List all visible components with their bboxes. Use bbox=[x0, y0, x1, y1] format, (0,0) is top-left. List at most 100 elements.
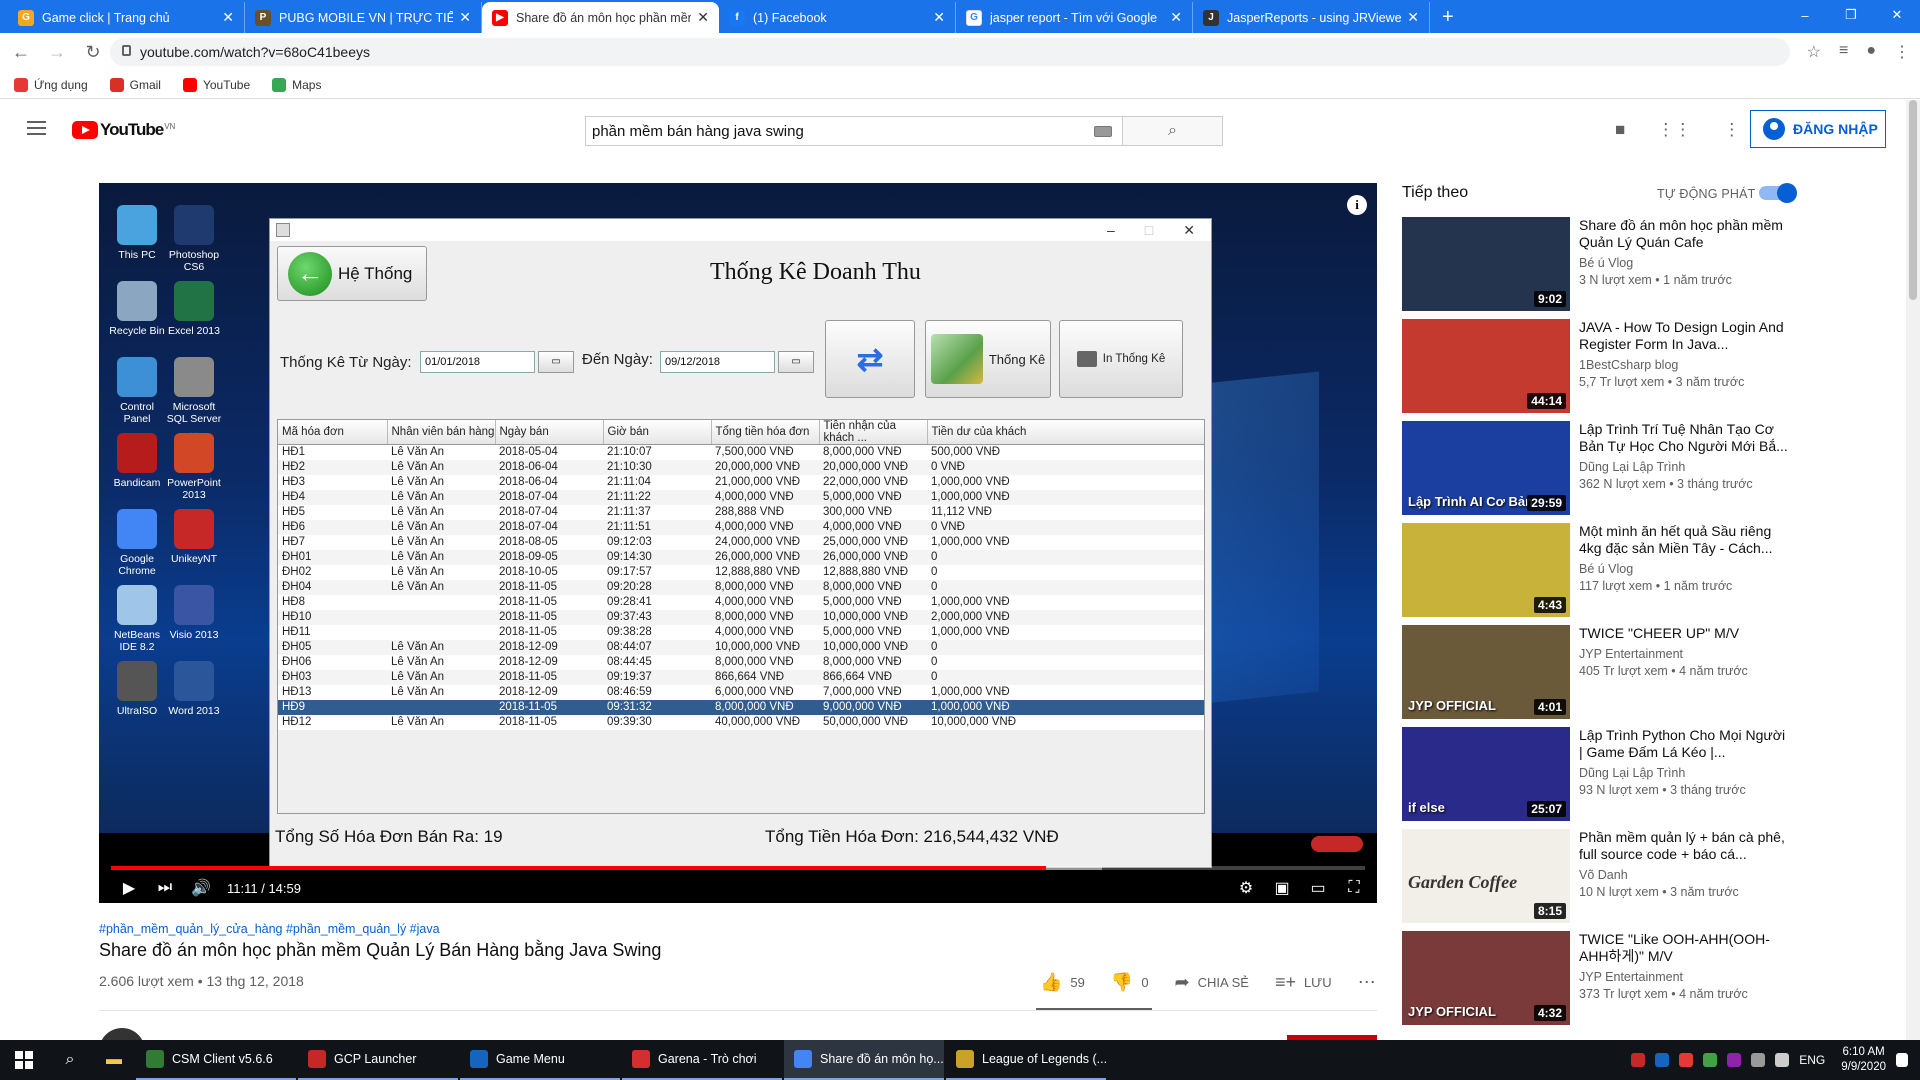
search-input[interactable]: phần mềm bán hàng java swing bbox=[585, 116, 1123, 146]
info-card-icon[interactable]: i bbox=[1347, 195, 1367, 215]
search-button[interactable]: ⌕ bbox=[1123, 116, 1223, 146]
file-explorer-icon[interactable]: ▬ bbox=[92, 1040, 136, 1080]
up-next-video[interactable]: JYP OFFICIAL 4:32 TWICE "Like OOH-AHH(OOH-… bbox=[1402, 931, 1802, 1027]
next-icon[interactable]: ⏭ bbox=[147, 873, 183, 903]
media-queue-icon[interactable]: ≡ bbox=[1839, 42, 1848, 62]
browser-tab[interactable]: G Game click | Trang chủ ✕ bbox=[8, 2, 245, 33]
channel-name[interactable]: Dũng Lại Lập Trình bbox=[1579, 766, 1789, 780]
up-next-video[interactable]: Garden Coffee 8:15 Phần mềm quản lý + bán … bbox=[1402, 829, 1802, 925]
tab-close-icon[interactable]: ✕ bbox=[1407, 9, 1419, 26]
tab-close-icon[interactable]: ✕ bbox=[697, 9, 709, 26]
video-title[interactable]: TWICE "Like OOH-AHH(OOH-AHH하게)" M/V bbox=[1579, 931, 1789, 965]
video-thumbnail[interactable]: 9:02 bbox=[1402, 217, 1570, 311]
new-tab-icon[interactable]: + bbox=[1442, 2, 1454, 33]
minimize-icon[interactable]: – bbox=[1782, 0, 1828, 30]
volume-tray-icon[interactable] bbox=[1775, 1053, 1790, 1067]
profile-icon[interactable]: ● bbox=[1866, 42, 1876, 62]
tray-app-icon[interactable] bbox=[1655, 1053, 1670, 1067]
theater-mode-icon[interactable]: ▭ bbox=[1307, 878, 1329, 898]
video-title[interactable]: TWICE "CHEER UP" M/V bbox=[1579, 625, 1789, 642]
restore-icon[interactable]: ❐ bbox=[1828, 0, 1874, 30]
up-next-video[interactable]: 44:14 JAVA - How To Design Login And Regi… bbox=[1402, 319, 1802, 415]
guide-menu-icon[interactable] bbox=[27, 121, 46, 135]
settings-gear-icon[interactable]: ⚙ bbox=[1235, 878, 1257, 898]
video-title[interactable]: Lập Trình Python Cho Mọi Người | Game Đấ… bbox=[1579, 727, 1789, 761]
input-language[interactable]: ENG bbox=[1799, 1053, 1825, 1067]
start-button[interactable] bbox=[0, 1040, 48, 1080]
channel-name[interactable]: Dũng Lại Lập Trình bbox=[1579, 460, 1789, 474]
bookmark-item[interactable]: YouTube bbox=[182, 77, 250, 92]
video-thumbnail[interactable]: 44:14 bbox=[1402, 319, 1570, 413]
bookmark-item[interactable]: Gmail bbox=[109, 77, 161, 92]
play-icon[interactable]: ▶ bbox=[111, 873, 147, 903]
volume-icon[interactable]: 🔊 bbox=[183, 873, 219, 903]
video-player[interactable]: This PC Photoshop CS6 Recycle Bin Excel 201… bbox=[99, 183, 1377, 903]
channel-name[interactable]: JYP Entertainment bbox=[1579, 647, 1789, 661]
tab-close-icon[interactable]: ✕ bbox=[933, 9, 945, 26]
up-next-video[interactable]: 4:43 Một mình ăn hết quả Sầu riêng 4kg đặ… bbox=[1402, 523, 1802, 619]
share-button[interactable]: ➦ CHIA SẺ bbox=[1175, 972, 1249, 993]
tray-app-icon[interactable] bbox=[1631, 1053, 1646, 1067]
video-thumbnail[interactable]: Garden Coffee 8:15 bbox=[1402, 829, 1570, 923]
video-title[interactable]: Lập Trình Trí Tuệ Nhân Tạo Cơ Bản Tự Học… bbox=[1579, 421, 1789, 455]
sign-in-button[interactable]: ĐĂNG NHẬP bbox=[1750, 110, 1886, 148]
video-thumbnail[interactable]: if else 25:07 bbox=[1402, 727, 1570, 821]
keyboard-icon[interactable] bbox=[1094, 126, 1112, 137]
apps-grid-icon[interactable]: ⋮⋮ bbox=[1657, 120, 1691, 140]
video-hashtags[interactable]: #phần_mềm_quản_lý_cửa_hàng #phần_mềm_quả… bbox=[99, 922, 440, 936]
video-thumbnail[interactable]: Lập Trình AI Cơ Bản 29:59 bbox=[1402, 421, 1570, 515]
bookmark-item[interactable]: Maps bbox=[272, 77, 321, 92]
taskbar-app[interactable]: Game Menu bbox=[460, 1040, 620, 1080]
tray-app-icon[interactable] bbox=[1727, 1053, 1742, 1067]
notification-icon[interactable] bbox=[1896, 1053, 1908, 1067]
video-title[interactable]: JAVA - How To Design Login And Register … bbox=[1579, 319, 1789, 353]
forward-icon[interactable]: → bbox=[42, 42, 72, 63]
channel-name[interactable]: Bé ú Vlog bbox=[1579, 562, 1789, 576]
page-scrollbar[interactable] bbox=[1906, 100, 1920, 1040]
miniplayer-icon[interactable]: ▣ bbox=[1271, 878, 1293, 898]
video-title[interactable]: Phần mềm quản lý + bán cà phê, full sour… bbox=[1579, 829, 1789, 863]
video-title[interactable]: Một mình ăn hết quả Sầu riêng 4kg đặc sả… bbox=[1579, 523, 1789, 557]
bookmark-item[interactable]: Ứng dụng bbox=[14, 77, 88, 92]
taskbar-app[interactable]: League of Legends (... bbox=[946, 1040, 1106, 1080]
autoplay-toggle[interactable] bbox=[1759, 183, 1797, 203]
reload-icon[interactable]: ↻ bbox=[78, 42, 108, 63]
bookmark-star-icon[interactable]: ☆ bbox=[1807, 42, 1821, 62]
browser-tab[interactable]: J JasperReports - using JRViewer t ✕ bbox=[1193, 2, 1430, 33]
video-thumbnail[interactable]: JYP OFFICIAL 4:32 bbox=[1402, 931, 1570, 1025]
back-icon[interactable]: ← bbox=[6, 42, 36, 63]
browser-tab[interactable]: ▶ Share đồ án môn học phần mềm ✕ bbox=[482, 2, 719, 33]
up-next-video[interactable]: JYP OFFICIAL 4:01 TWICE "CHEER UP" M/V JYP … bbox=[1402, 625, 1802, 721]
video-title[interactable]: Share đồ án môn học phần mềm Quản Lý Quá… bbox=[1579, 217, 1789, 251]
up-next-video[interactable]: if else 25:07 Lập Trình Python Cho Mọi Ngư… bbox=[1402, 727, 1802, 823]
taskbar-app[interactable]: GCP Launcher bbox=[298, 1040, 458, 1080]
browser-tab[interactable]: f (1) Facebook ✕ bbox=[719, 2, 956, 33]
taskbar-app[interactable]: Garena - Trò chơi bbox=[622, 1040, 782, 1080]
close-icon[interactable]: ✕ bbox=[1874, 0, 1920, 30]
save-button[interactable]: ≡+ LƯU bbox=[1275, 972, 1332, 993]
browser-tab[interactable]: P PUBG MOBILE VN | TRỰC TIẾP GI ✕ bbox=[245, 2, 482, 33]
scrollbar-thumb[interactable] bbox=[1909, 100, 1917, 300]
address-bar[interactable]: youtube.com/watch?v=68oC41beeys bbox=[110, 38, 1790, 66]
tab-close-icon[interactable]: ✕ bbox=[222, 9, 234, 26]
tab-close-icon[interactable]: ✕ bbox=[459, 9, 471, 26]
channel-name[interactable]: 1BestCsharp blog bbox=[1579, 358, 1789, 372]
tray-app-icon[interactable] bbox=[1679, 1053, 1694, 1067]
channel-name[interactable]: Bé ú Vlog bbox=[1579, 256, 1789, 270]
channel-name[interactable]: Võ Danh bbox=[1579, 868, 1789, 882]
tab-close-icon[interactable]: ✕ bbox=[1170, 9, 1182, 26]
taskbar-app[interactable]: CSM Client v5.6.6 bbox=[136, 1040, 296, 1080]
search-taskbar-icon[interactable]: ⌕ bbox=[48, 1040, 92, 1080]
video-thumbnail[interactable]: JYP OFFICIAL 4:01 bbox=[1402, 625, 1570, 719]
like-button[interactable]: 👍 59 bbox=[1040, 972, 1085, 993]
settings-dots-icon[interactable]: ⋮ bbox=[1723, 120, 1740, 140]
fullscreen-icon[interactable]: ⛶ bbox=[1343, 879, 1365, 897]
video-thumbnail[interactable]: 4:43 bbox=[1402, 523, 1570, 617]
chrome-menu-icon[interactable]: ⋮ bbox=[1894, 42, 1910, 62]
tray-app-icon[interactable] bbox=[1703, 1053, 1718, 1067]
more-actions-button[interactable]: ⋯ bbox=[1358, 972, 1376, 993]
taskbar-app[interactable]: Share đồ án môn họ... bbox=[784, 1040, 944, 1080]
progress-bar[interactable] bbox=[111, 866, 1365, 870]
youtube-logo[interactable]: YouTube VN bbox=[72, 120, 175, 140]
dislike-button[interactable]: 👎 0 bbox=[1111, 972, 1149, 993]
